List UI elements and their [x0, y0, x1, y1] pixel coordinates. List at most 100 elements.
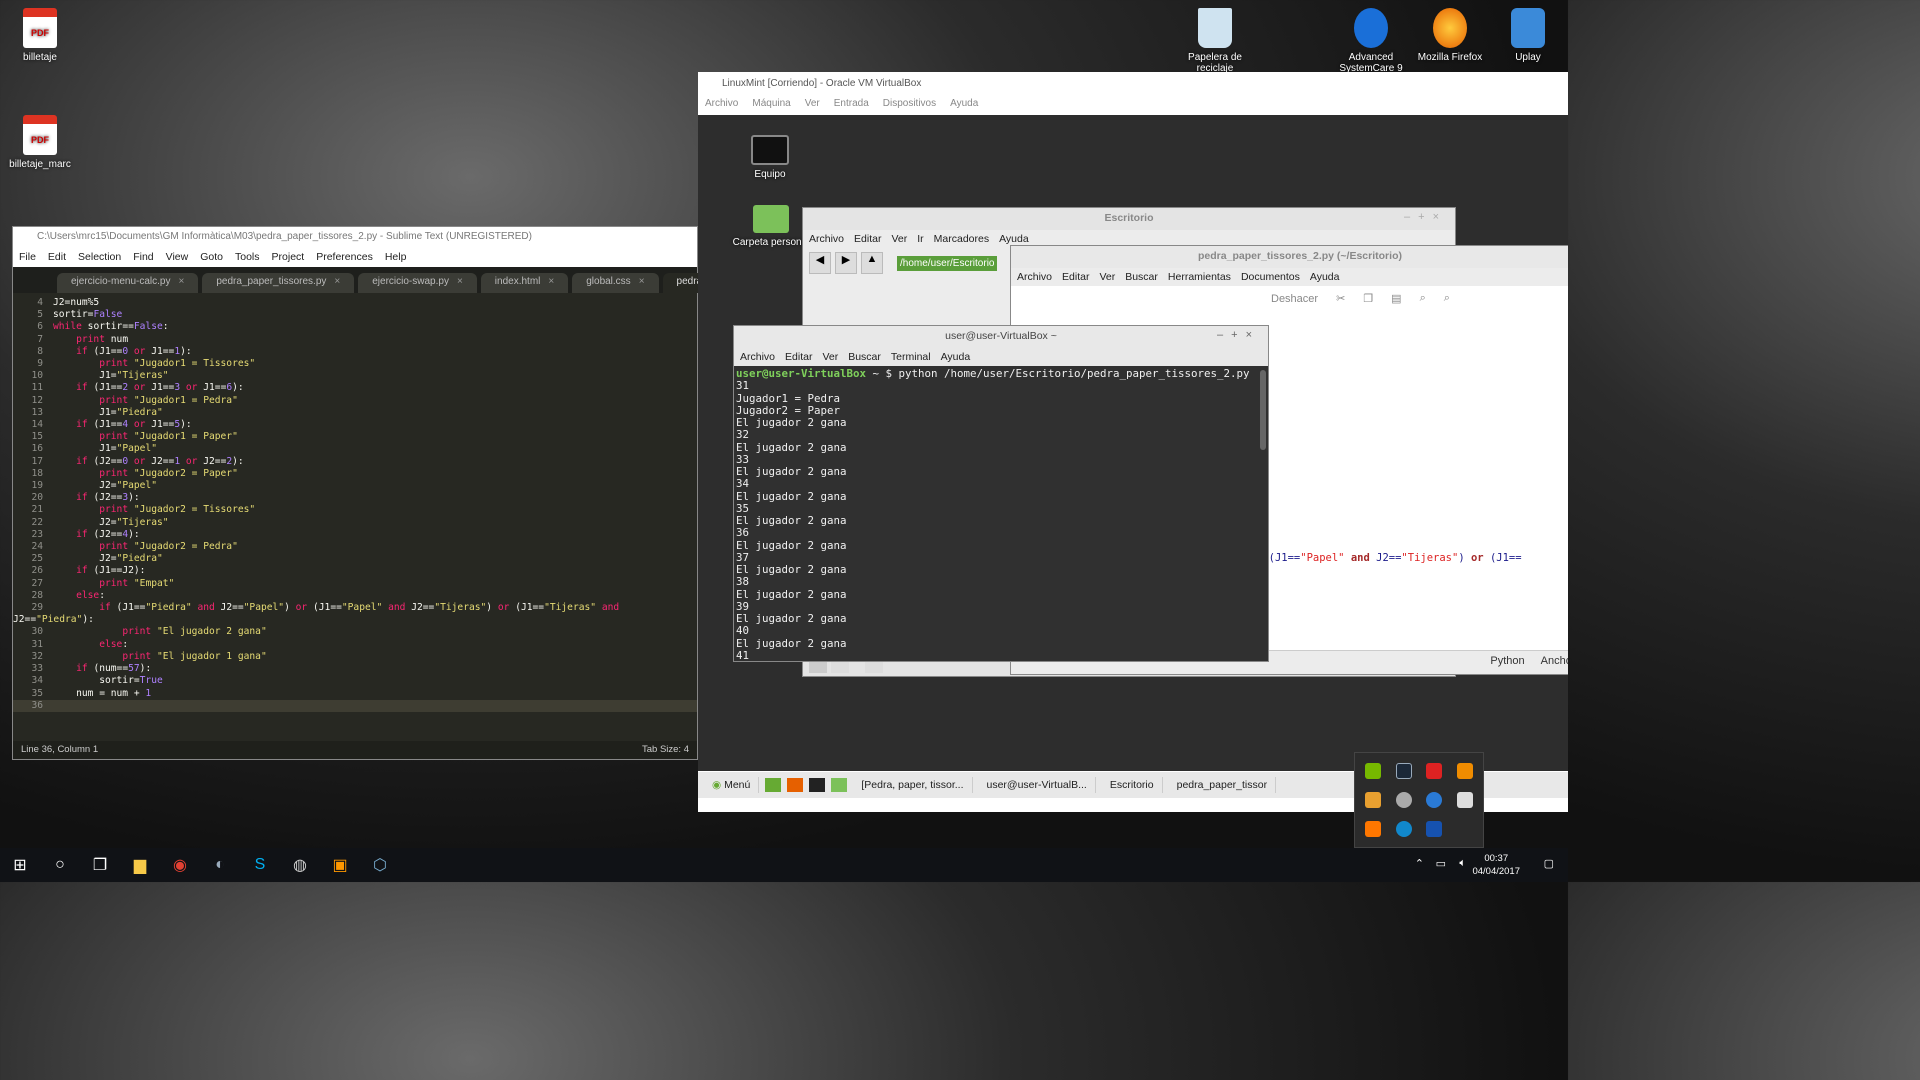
menu-project[interactable]: Project [272, 251, 305, 265]
tab-ejercicio-menu-calc[interactable]: ejercicio-menu-calc.py × [57, 273, 199, 293]
sublime-text-window[interactable]: C:\Users\mrc15\Documents\GM Informàtica\… [12, 226, 758, 760]
volume-icon[interactable]: 🔈︎ [1459, 857, 1466, 870]
task-view-icon[interactable]: ❐ [80, 848, 120, 882]
app-icon[interactable]: ◍ [280, 848, 320, 882]
menu-archivo[interactable]: Archivo [809, 233, 844, 245]
blue-square-icon[interactable] [1426, 821, 1443, 838]
cortana-icon[interactable]: ○ [40, 848, 80, 882]
paste-icon[interactable]: ▤ [1391, 292, 1401, 305]
task-firefox[interactable]: [Pedra, paper, tissor... [853, 777, 973, 793]
menu-archivo[interactable]: Archivo [740, 351, 775, 363]
menu-help[interactable]: Help [385, 251, 407, 265]
menu-view[interactable]: View [166, 251, 189, 265]
tab-size[interactable]: Tab Size: 4 [642, 744, 689, 756]
menu-archivo[interactable]: Archivo [1017, 271, 1052, 283]
undo-button[interactable]: Deshacer [1271, 293, 1318, 305]
vbox-menu-ver[interactable]: Ver [805, 98, 820, 115]
cut-icon[interactable]: ✂ [1336, 292, 1345, 305]
start-button[interactable]: ⊞ [0, 848, 40, 882]
menu-buscar[interactable]: Buscar [848, 351, 881, 363]
window-controls[interactable]: –+× [1404, 211, 1447, 223]
clock[interactable]: 00:37 04/04/2017 [1472, 852, 1520, 878]
vbox-menu-archivo[interactable]: Archivo [705, 98, 738, 115]
desktop-icon-billetaje-marc[interactable]: PDF billetaje_marc [0, 115, 80, 170]
menu-preferences[interactable]: Preferences [316, 251, 373, 265]
desktop-icon-recycle-bin[interactable]: Papelera de reciclaje [1175, 8, 1255, 74]
menu-ver[interactable]: Ver [822, 351, 838, 363]
menu-ir[interactable]: Ir [917, 233, 923, 245]
menu-editar[interactable]: Editar [854, 233, 881, 245]
tab-ejercicio-swap[interactable]: ejercicio-swap.py × [358, 273, 477, 293]
menu-ayuda[interactable]: Ayuda [941, 351, 971, 363]
close-icon[interactable]: × [178, 276, 184, 287]
terminal-output[interactable]: user@user-VirtualBox ~ $ python /home/us… [734, 366, 1268, 664]
virtualbox-window[interactable]: LinuxMint [Corriendo] - Oracle VM Virtua… [698, 72, 1568, 812]
files-launcher-icon[interactable] [831, 778, 848, 792]
close-icon[interactable]: × [548, 276, 554, 287]
skype-icon[interactable]: S [240, 848, 280, 882]
steam-icon[interactable]: ◐ [200, 848, 240, 882]
firefox-launcher-icon[interactable] [787, 778, 804, 792]
gray-app-icon[interactable] [1395, 791, 1412, 808]
notification-icon[interactable]: ▢ [1544, 857, 1554, 870]
menu-editar[interactable]: Editar [1062, 271, 1089, 283]
tab-width-selector[interactable]: Ancho d [1541, 655, 1568, 670]
desktop-icon-uplay[interactable]: Uplay [1488, 8, 1568, 63]
asc-tray-icon[interactable] [1395, 821, 1412, 838]
flame-icon[interactable] [1365, 821, 1382, 838]
close-icon[interactable]: × [334, 276, 340, 287]
terminal-scrollbar[interactable] [1260, 370, 1266, 450]
menu-editar[interactable]: Editar [785, 351, 812, 363]
tab-index-html[interactable]: index.html × [480, 273, 569, 293]
white-app-icon[interactable] [1456, 791, 1473, 808]
code-editor[interactable]: 4 J2=num%5 5 sortir=False 6 while sortir==F… [13, 297, 697, 712]
menu-ayuda[interactable]: Ayuda [1310, 271, 1340, 283]
tray-chevron-icon[interactable]: ⌃ [1415, 857, 1424, 870]
folder-sync-icon[interactable] [1365, 791, 1382, 808]
guest-icon-equipo[interactable]: Equipo [730, 135, 810, 180]
tab-pedra-paper-tissores[interactable]: pedra_paper_tissores.py × [202, 273, 355, 293]
desktop-icon-firefox[interactable]: Mozilla Firefox [1410, 8, 1490, 63]
menu-documentos[interactable]: Documentos [1241, 271, 1300, 283]
menu-find[interactable]: Find [133, 251, 153, 265]
menu-terminal[interactable]: Terminal [891, 351, 931, 363]
search-icon[interactable]: ⌕ [1420, 292, 1426, 305]
desktop-icon-billetaje[interactable]: PDF billetaje [0, 8, 80, 63]
menu-marcadores[interactable]: Marcadores [934, 233, 989, 245]
menu-ver[interactable]: Ver [1099, 271, 1115, 283]
terminal-window[interactable]: user@user-VirtualBox ~ –+× Archivo Edita… [733, 325, 1269, 662]
menu-herramientas[interactable]: Herramientas [1168, 271, 1231, 283]
close-icon[interactable]: × [639, 276, 645, 287]
menu-ayuda[interactable]: Ayuda [999, 233, 1029, 245]
back-icon[interactable]: ◀ [809, 252, 831, 274]
location-bar[interactable]: /home/user/Escritorio [897, 255, 998, 271]
forward-icon[interactable]: ▶ [835, 252, 857, 274]
menu-goto[interactable]: Goto [200, 251, 223, 265]
replace-icon[interactable]: ⌕ [1444, 292, 1450, 305]
menu-selection[interactable]: Selection [78, 251, 121, 265]
chrome-icon[interactable]: ◉ [160, 848, 200, 882]
blue-globe-icon[interactable] [1426, 791, 1443, 808]
up-icon[interactable]: ▲ [861, 252, 883, 274]
guest-screen[interactable]: Equipo Carpeta personal Escritorio –+× A… [698, 115, 1568, 771]
language-selector[interactable]: Python [1490, 655, 1524, 670]
sublime-taskbar-icon[interactable]: ▣ [320, 848, 360, 882]
terminal-launcher-icon[interactable] [809, 778, 826, 792]
menu-ver[interactable]: Ver [891, 233, 907, 245]
virtualbox-taskbar-icon[interactable]: ⬡ [360, 848, 400, 882]
menu-file[interactable]: File [19, 251, 36, 265]
vbox-menu-dispositivos[interactable]: Dispositivos [883, 98, 936, 115]
task-gedit[interactable]: pedra_paper_tissor [1169, 777, 1277, 793]
menu-edit[interactable]: Edit [48, 251, 66, 265]
vbox-menu-entrada[interactable]: Entrada [834, 98, 869, 115]
tab-global-css[interactable]: global.css × [572, 273, 659, 293]
antivirus-icon[interactable] [1426, 762, 1443, 779]
close-icon[interactable]: × [457, 276, 463, 287]
nvidia-icon[interactable] [1365, 762, 1382, 779]
orange-app-icon[interactable] [1456, 762, 1473, 779]
task-escritorio[interactable]: Escritorio [1102, 777, 1163, 793]
desktop-icon-advanced-systemcare[interactable]: Advanced SystemCare 9 [1331, 8, 1411, 74]
network-icon[interactable]: ▭ [1436, 857, 1446, 870]
window-controls[interactable]: –+× [1217, 329, 1260, 341]
menu-tools[interactable]: Tools [235, 251, 260, 265]
